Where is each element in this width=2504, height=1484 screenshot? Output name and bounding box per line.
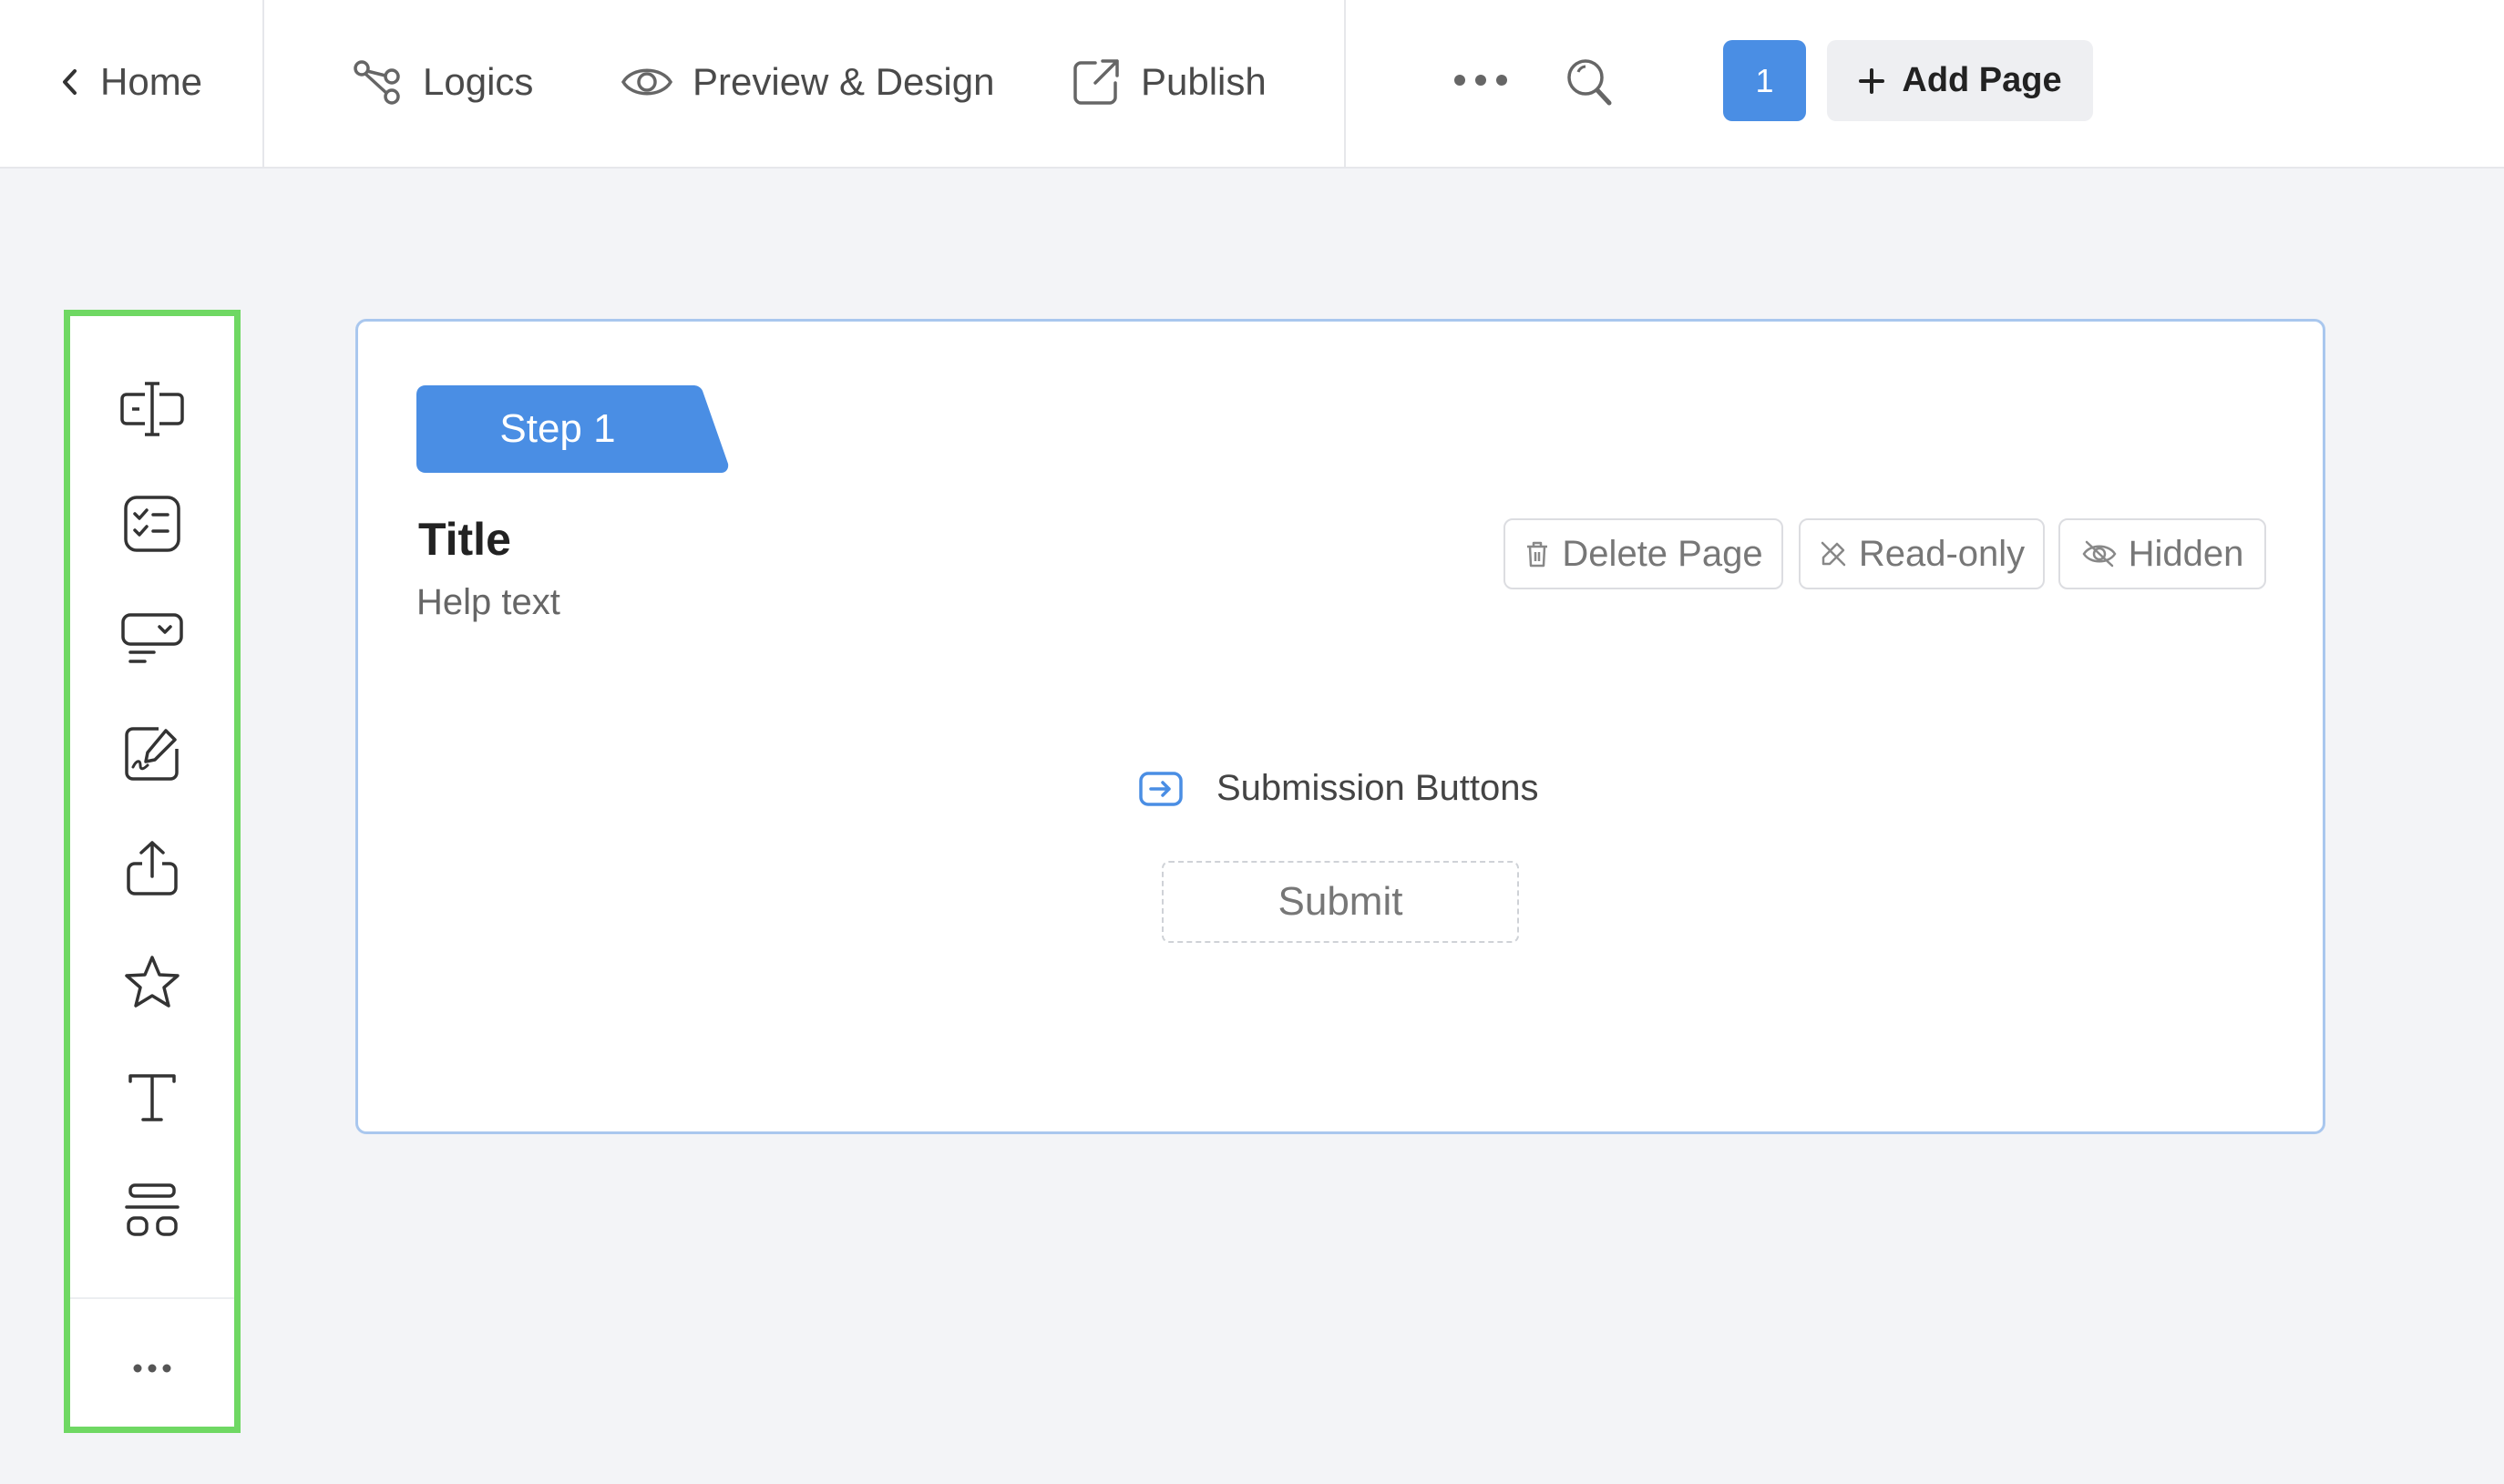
publish-button[interactable]: Publish — [1070, 46, 1267, 118]
search-button[interactable] — [1558, 51, 1622, 115]
eye-off-icon — [2082, 540, 2117, 568]
publish-label: Publish — [1141, 60, 1267, 103]
submit-arrow-icon — [1139, 771, 1183, 806]
logic-flow-icon — [354, 60, 400, 105]
form-page-card: Step 1 Title Help text Delete Page Read-… — [355, 319, 2325, 1134]
tool-checklist[interactable] — [70, 478, 234, 569]
read-only-toggle[interactable]: Read-only — [1799, 518, 2045, 589]
tool-text-field[interactable] — [70, 363, 234, 455]
more-options-button[interactable] — [1449, 55, 1513, 106]
text-format-icon — [128, 1074, 176, 1121]
upload-icon — [127, 841, 178, 896]
step-label: Step 1 — [499, 406, 616, 451]
add-page-button[interactable]: Add Page — [1827, 40, 2093, 121]
trash-icon — [1527, 541, 1548, 568]
tool-more[interactable] — [70, 1323, 234, 1414]
plus-icon — [1859, 67, 1885, 94]
eye-icon — [621, 68, 673, 96]
external-link-icon — [1073, 59, 1119, 105]
logics-button[interactable]: Logics — [352, 46, 533, 118]
tool-layout[interactable] — [70, 1165, 234, 1256]
tool-rating[interactable] — [70, 937, 234, 1029]
more-horizontal-icon — [1454, 75, 1507, 86]
chevron-left-icon — [63, 69, 77, 95]
page-title[interactable]: Title — [418, 513, 511, 566]
top-toolbar: Home Logics Preview & Design Publish 1 A… — [0, 0, 2504, 169]
step-tab[interactable]: Step 1 — [416, 385, 730, 473]
edit-off-icon — [1821, 541, 1846, 567]
checklist-icon — [124, 496, 180, 552]
tool-text[interactable] — [70, 1052, 234, 1143]
star-rating-icon — [125, 956, 180, 1008]
page-number-button[interactable]: 1 — [1723, 40, 1806, 121]
submit-button[interactable]: Submit — [1162, 861, 1519, 943]
toolbar-divider-2 — [1344, 0, 1346, 169]
hidden-toggle[interactable]: Hidden — [2058, 518, 2266, 589]
field-toolbox-sidebar — [64, 310, 241, 1433]
preview-design-label: Preview & Design — [693, 60, 995, 103]
hidden-label: Hidden — [2128, 533, 2244, 574]
delete-page-button[interactable]: Delete Page — [1503, 518, 1783, 589]
tool-upload[interactable] — [70, 823, 234, 914]
signature-icon — [125, 727, 179, 781]
submission-buttons-section: Submission Buttons — [1138, 768, 1539, 809]
logics-label: Logics — [423, 60, 534, 103]
toolbar-divider — [262, 0, 264, 169]
preview-design-button[interactable]: Preview & Design — [620, 46, 994, 118]
home-label: Home — [100, 60, 203, 103]
page-help-text[interactable]: Help text — [416, 582, 560, 623]
more-horizontal-icon — [133, 1364, 171, 1373]
delete-page-label: Delete Page — [1562, 533, 1763, 574]
add-page-label: Add Page — [1902, 61, 2062, 99]
text-field-icon — [120, 382, 184, 436]
layout-icon — [125, 1183, 180, 1236]
search-icon — [1567, 59, 1612, 106]
submission-buttons-label: Submission Buttons — [1216, 768, 1539, 808]
read-only-label: Read-only — [1858, 533, 2026, 574]
tool-dropdown[interactable] — [70, 593, 234, 684]
home-back-link[interactable]: Home — [58, 46, 202, 118]
sidebar-divider — [70, 1297, 234, 1299]
dropdown-select-icon — [121, 613, 183, 663]
tool-signature[interactable] — [70, 708, 234, 799]
